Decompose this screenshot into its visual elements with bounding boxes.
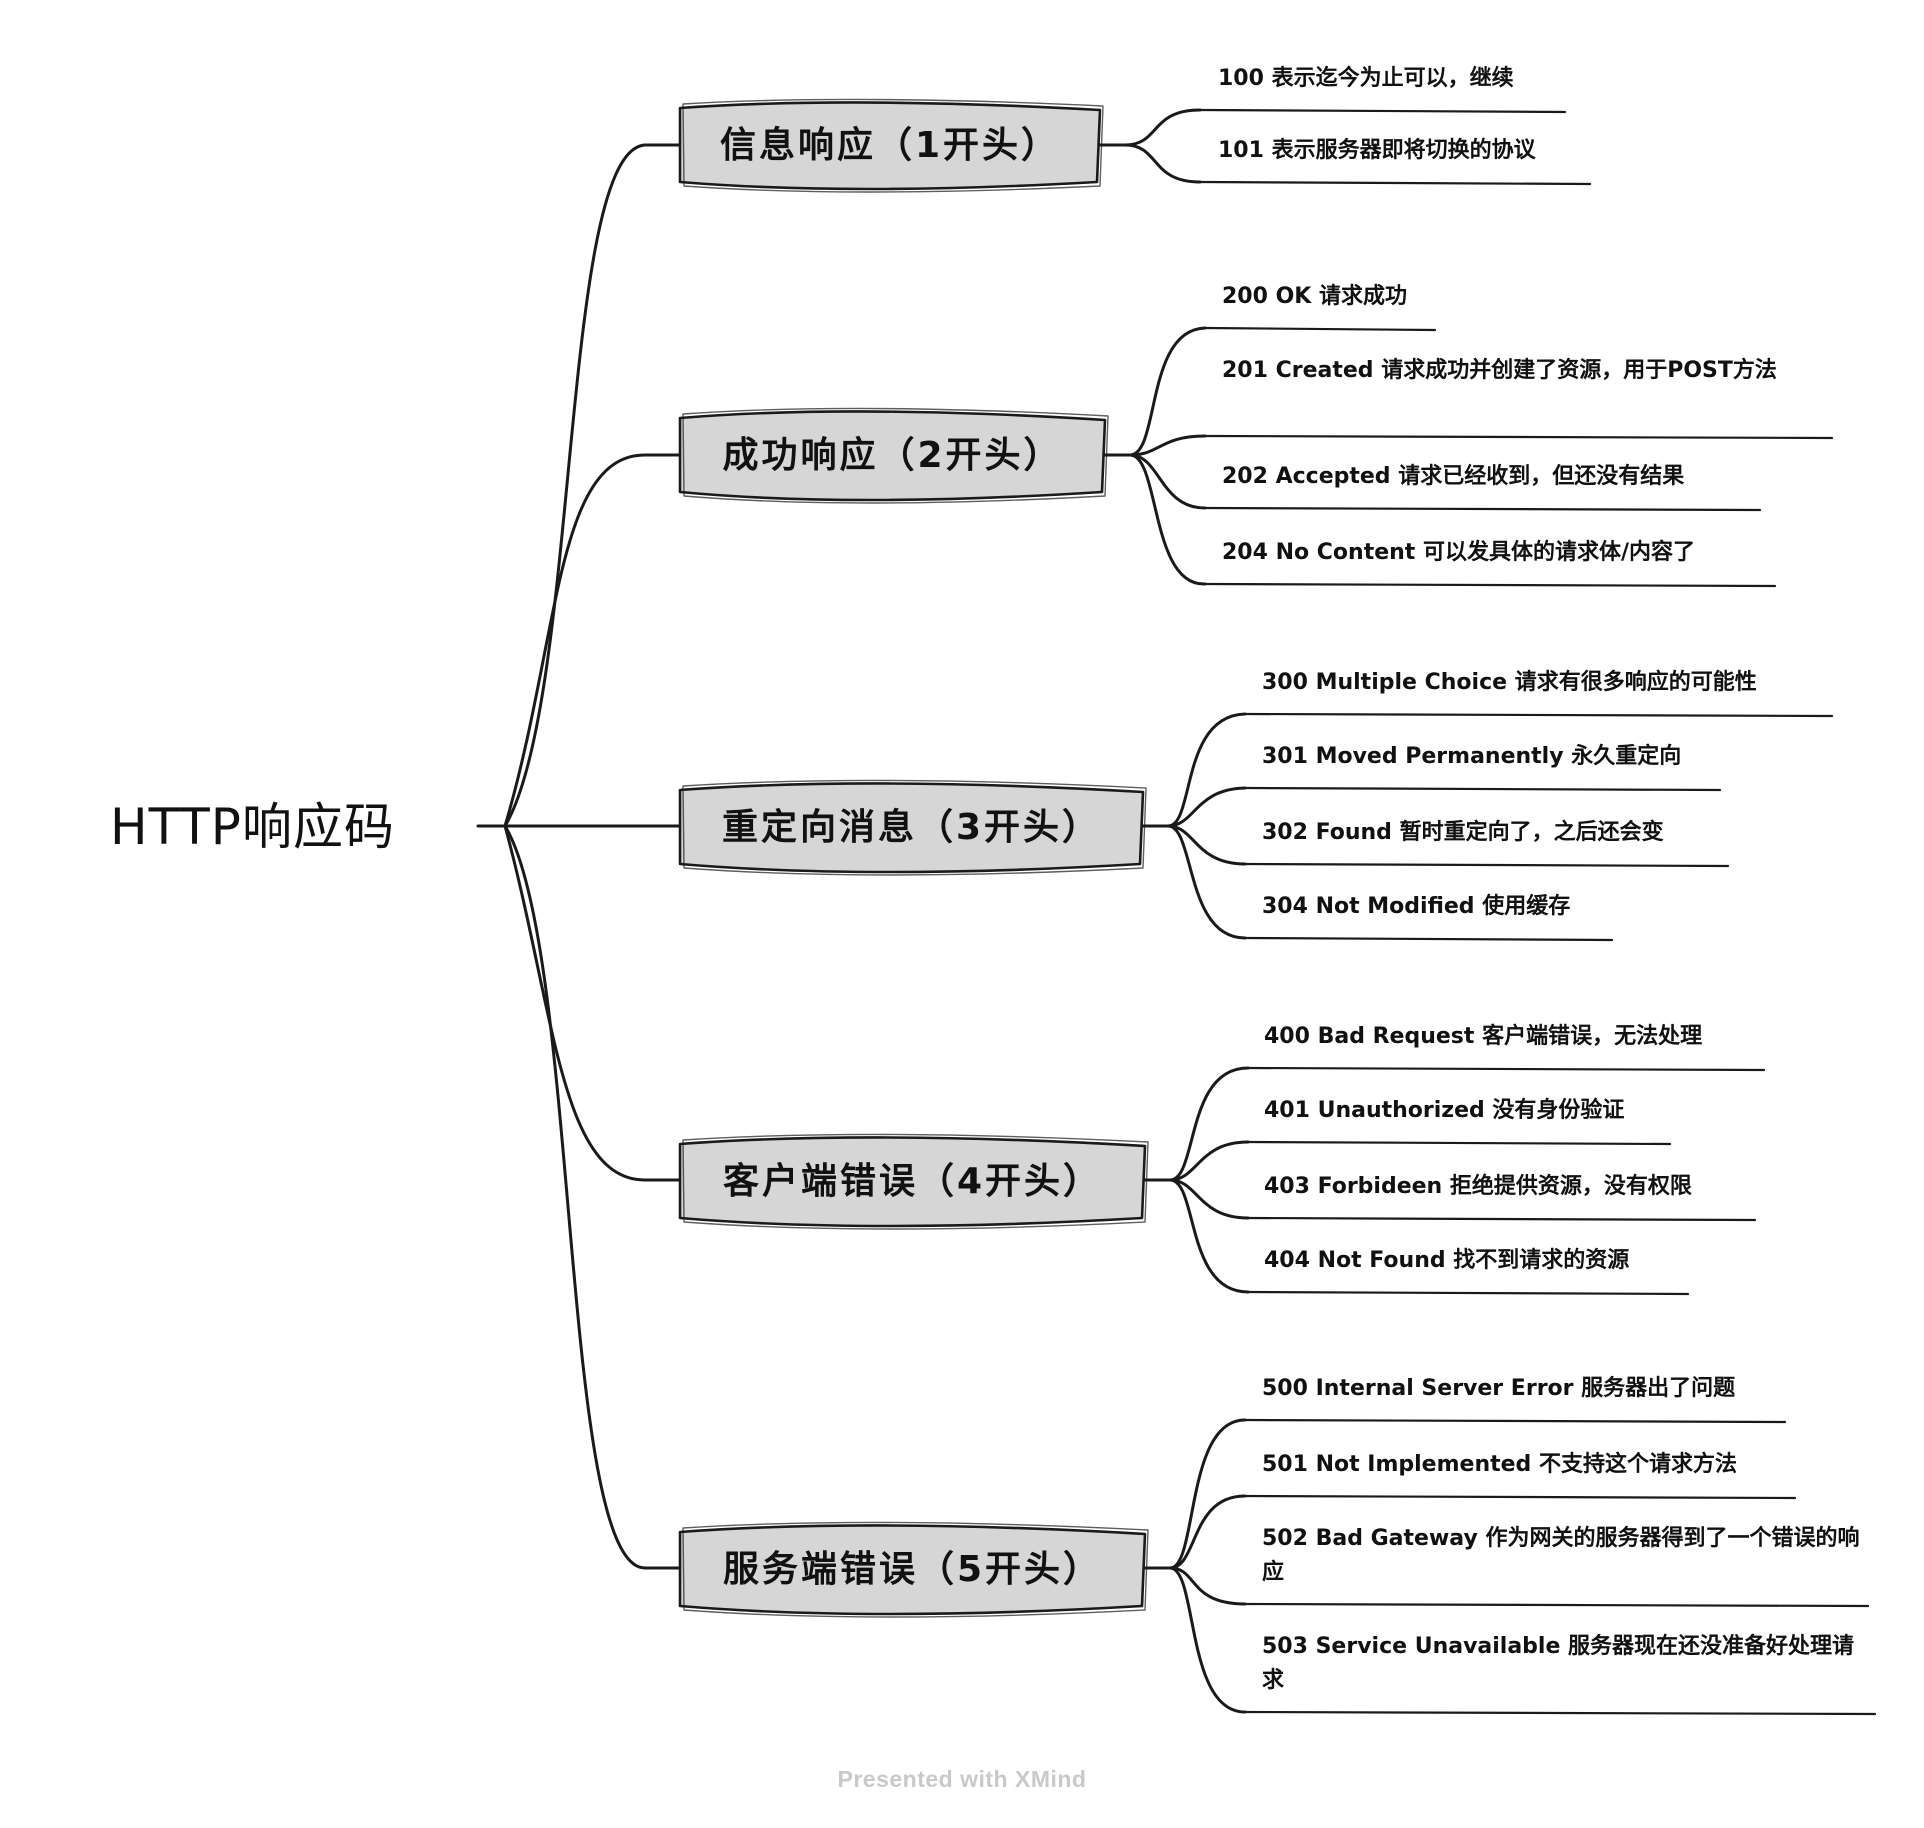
leaf-502[interactable]: 502 Bad Gateway 作为网关的服务器得到了一个错误的响应 (1262, 1522, 1867, 1590)
leaf-403[interactable]: 403 Forbideen 拒绝提供资源，没有权限 (1264, 1170, 1759, 1204)
leaf-101[interactable]: 101 表示服务器即将切换的协议 (1218, 134, 1588, 168)
leaf-503[interactable]: 503 Service Unavailable 服务器现在还没准备好处理请求 (1262, 1630, 1872, 1698)
leaf-201[interactable]: 201 Created 请求成功并创建了资源，用于POST方法 (1222, 354, 1827, 388)
leaf-501[interactable]: 501 Not Implemented 不支持这个请求方法 (1262, 1448, 1797, 1482)
trunk-connectors (476, 143, 682, 1570)
leaf-204[interactable]: 204 No Content 可以发具体的请求体/内容了 (1222, 536, 1782, 570)
leaf-100[interactable]: 100 表示迄今为止可以，继续 (1218, 62, 1578, 96)
category-1-label[interactable]: 信息响应（1开头） (680, 116, 1100, 176)
leaf-404[interactable]: 404 Not Found 找不到请求的资源 (1264, 1244, 1694, 1278)
category-2-label[interactable]: 成功响应（2开头） (680, 426, 1105, 486)
leaf-302[interactable]: 302 Found 暂时重定向了，之后还会变 (1262, 816, 1732, 850)
category-4-label[interactable]: 客户端错误（4开头） (680, 1152, 1145, 1212)
leaf-401[interactable]: 401 Unauthorized 没有身份验证 (1264, 1094, 1674, 1128)
leaf-400[interactable]: 400 Bad Request 客户端错误，无法处理 (1264, 1020, 1769, 1054)
root-topic[interactable]: HTTP响应码 (110, 792, 470, 862)
category-5-label[interactable]: 服务端错误（5开头） (680, 1540, 1145, 1600)
leaf-304[interactable]: 304 Not Modified 使用缓存 (1262, 890, 1612, 924)
leaf-200[interactable]: 200 OK 请求成功 (1222, 280, 1442, 314)
leaf-500[interactable]: 500 Internal Server Error 服务器出了问题 (1262, 1372, 1787, 1406)
category-3-label[interactable]: 重定向消息（3开头） (680, 798, 1143, 858)
leaf-301[interactable]: 301 Moved Permanently 永久重定向 (1262, 740, 1722, 774)
leaf-300[interactable]: 300 Multiple Choice 请求有很多响应的可能性 (1262, 666, 1837, 700)
leaf-202[interactable]: 202 Accepted 请求已经收到，但还没有结果 (1222, 460, 1762, 494)
footer-credit: Presented with XMind (837, 1766, 1087, 1792)
